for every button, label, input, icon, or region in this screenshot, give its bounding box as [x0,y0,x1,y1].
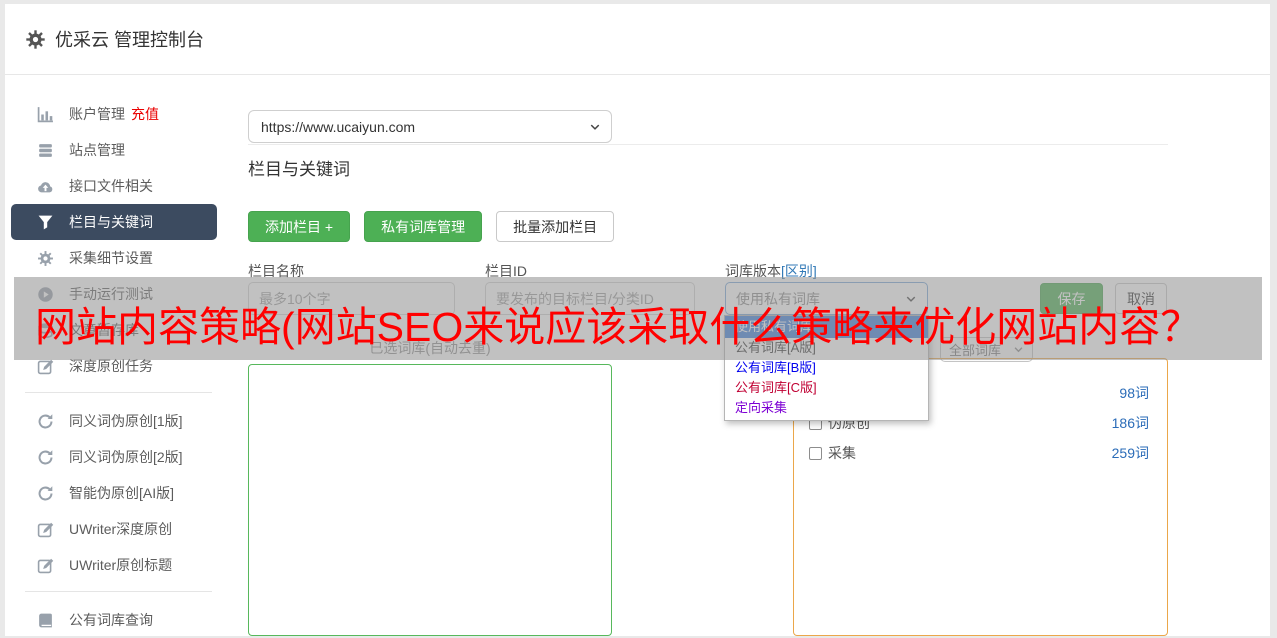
recharge-badge[interactable]: 充值 [131,104,159,124]
sidebar-item-uwriter-deep[interactable]: UWriter深度原创 [11,511,217,547]
sidebar-item-synonym-v2[interactable]: 同义词伪原创[2版] [11,439,217,475]
toolbar: 添加栏目 + 私有词库管理 批量添加栏目 [248,211,615,242]
bar-chart-icon [37,106,54,123]
app-title: 优采云 管理控制台 [55,30,205,50]
sidebar-item-label: 同义词伪原创[1版] [69,413,183,429]
refresh-icon [37,449,54,466]
page-title: 栏目与关键词 [248,160,350,179]
sidebar-item-account[interactable]: 账户管理 充值 [11,96,217,132]
dropdown-option[interactable]: 公有词库[B版] [725,358,928,378]
gear-icon [37,250,54,267]
cloud-upload-icon [37,178,54,195]
row-label: 采集 [828,445,856,461]
refresh-icon [37,485,54,502]
thesaurus-row: 采集 259词 [809,441,1149,465]
sidebar-item-public-thesaurus-query[interactable]: 公有词库查询 [11,602,217,638]
sidebar-item-synonym-v1[interactable]: 同义词伪原创[1版] [11,403,217,439]
section-divider [248,144,1168,145]
sidebar-divider [25,591,212,592]
sidebar-item-label: 智能伪原创[AI版] [69,485,175,501]
sidebar-item-label: 公有词库查询 [69,612,153,628]
word-count: 259词 [1111,445,1149,461]
sidebar-item-label: 同义词伪原创[2版] [69,449,183,465]
pencil-icon [37,521,54,538]
sidebar-item-label: 采集细节设置 [69,250,153,266]
sidebar-item-label: 账户管理 [69,106,125,122]
dropdown-option[interactable]: 公有词库[C版] [725,378,928,398]
sidebar-item-uwriter-title[interactable]: UWriter原创标题 [11,547,217,583]
dropdown-option[interactable]: 定向采集 [725,398,928,418]
book-icon [37,612,54,629]
sidebar-item-label: 接口文件相关 [69,178,153,194]
pencil-icon [37,557,54,574]
word-count: 186词 [1111,415,1149,431]
sidebar-item-columns-keywords[interactable]: 栏目与关键词 [11,204,217,240]
app-window: 优采云 管理控制台 账户管理 充值 站点管理 接口文件相关 栏目与关键词 采集细… [5,4,1270,636]
sidebar-divider [25,392,212,393]
batch-add-column-button[interactable]: 批量添加栏目 [496,211,615,242]
private-thesaurus-button[interactable]: 私有词库管理 [364,211,483,242]
sidebar-item-label: UWriter深度原创 [69,521,173,537]
sidebar-item-interface-files[interactable]: 接口文件相关 [11,168,217,204]
sidebar-item-sites[interactable]: 站点管理 [11,132,217,168]
pencil-icon [37,358,54,375]
sidebar-item-label: 站点管理 [69,142,125,158]
chevron-down-icon [589,121,601,133]
site-url-value: https://www.ucaiyun.com [261,118,416,135]
sidebar-item-ai-rewrite[interactable]: 智能伪原创[AI版] [11,475,217,511]
sidebar-item-label: 栏目与关键词 [69,214,153,230]
funnel-icon [37,214,54,231]
server-icon [37,142,54,159]
site-url-select[interactable]: https://www.ucaiyun.com [248,110,612,143]
add-column-button[interactable]: 添加栏目 + [248,211,351,242]
sidebar-item-collect-settings[interactable]: 采集细节设置 [11,240,217,276]
word-count: 98词 [1119,385,1149,401]
collect-checkbox[interactable] [809,446,822,460]
selected-thesaurus-box[interactable] [248,364,612,636]
overlay-banner: 网站内容策略(网站SEO来说应该采取什么策略来优化网站内容？ [14,277,1262,360]
sidebar-item-label: UWriter原创标题 [69,557,173,573]
refresh-icon [37,413,54,430]
gear-icon [25,29,46,50]
overlay-text: 网站内容策略(网站SEO来说应该采取什么策略来优化网站内容？ [35,303,1202,350]
app-header: 优采云 管理控制台 [5,4,1270,75]
